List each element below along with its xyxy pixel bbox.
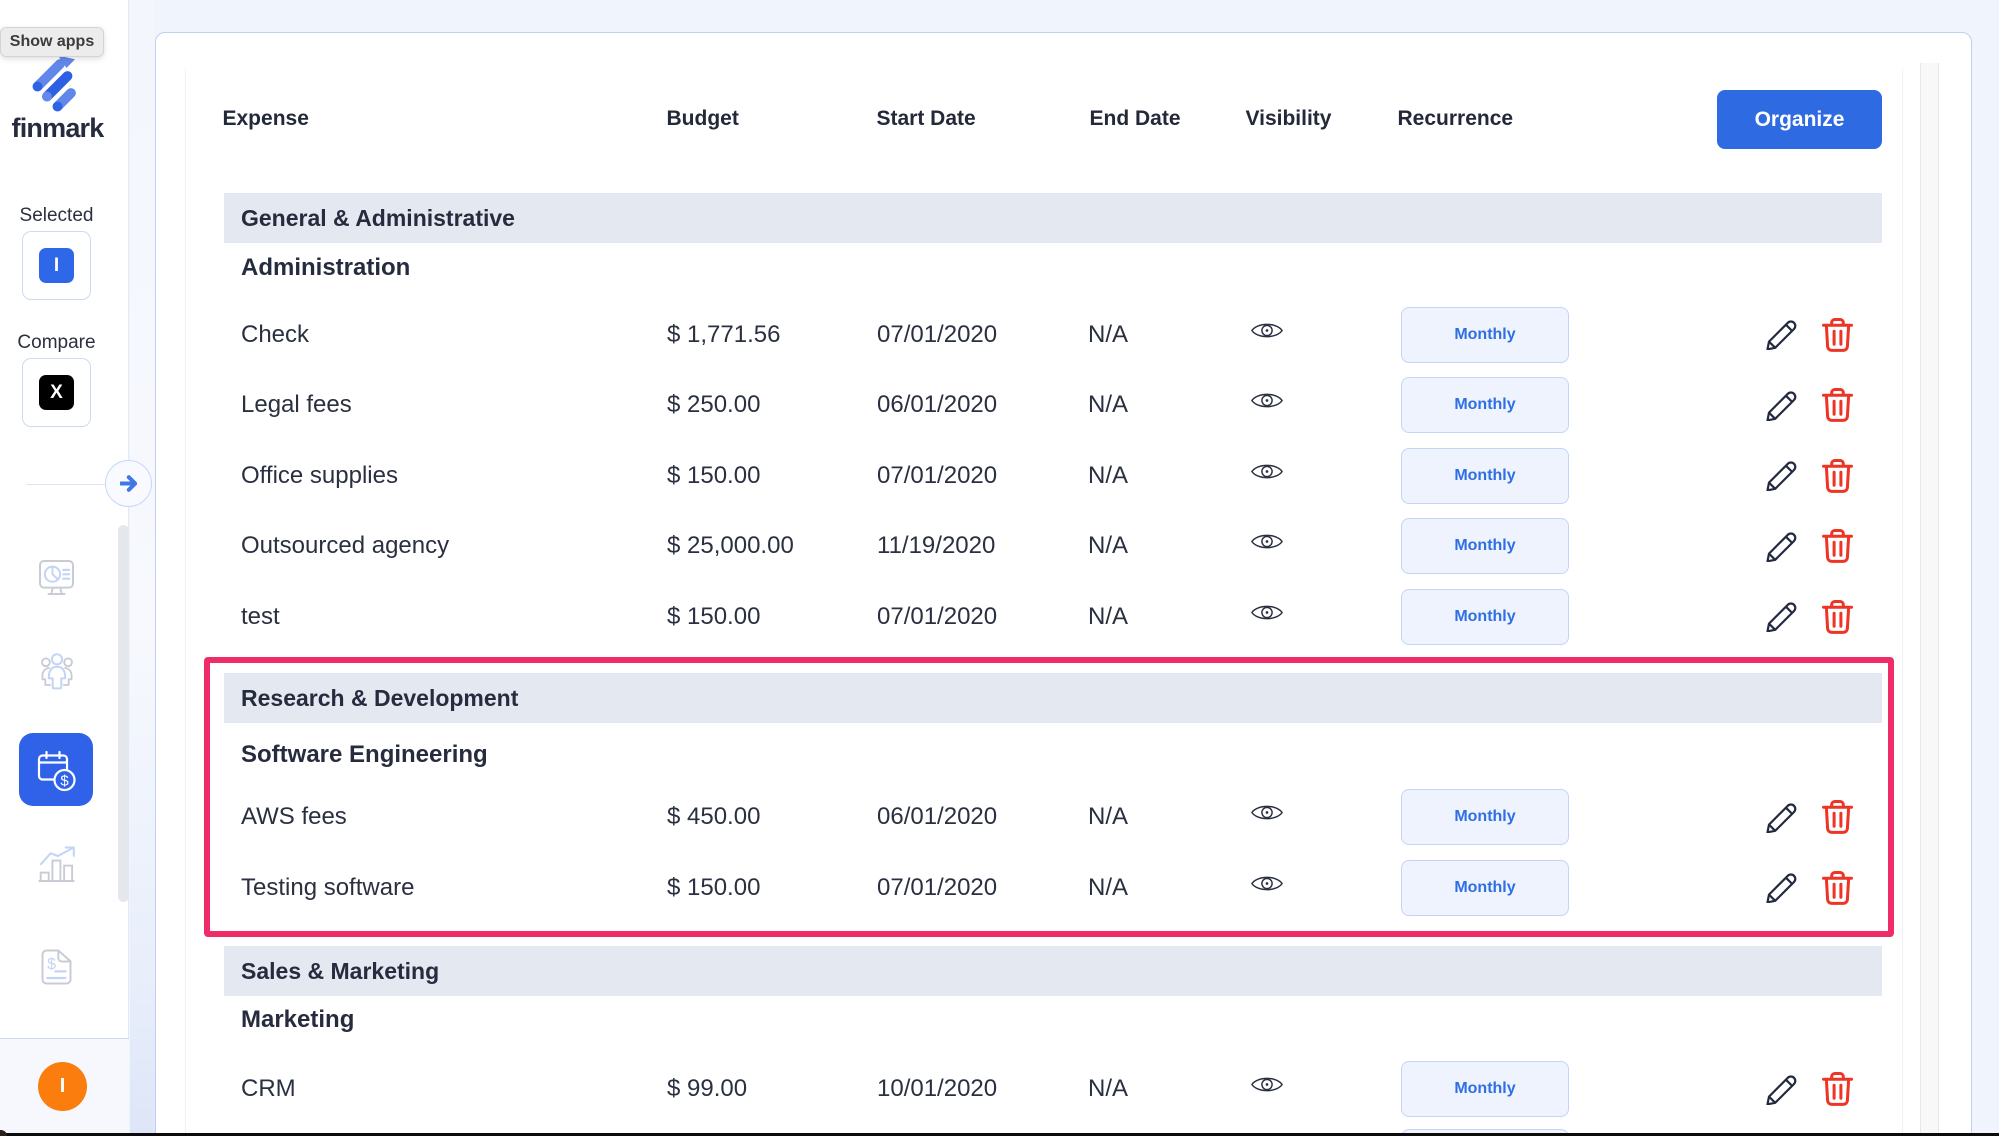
svg-text:$: $ — [60, 772, 69, 789]
